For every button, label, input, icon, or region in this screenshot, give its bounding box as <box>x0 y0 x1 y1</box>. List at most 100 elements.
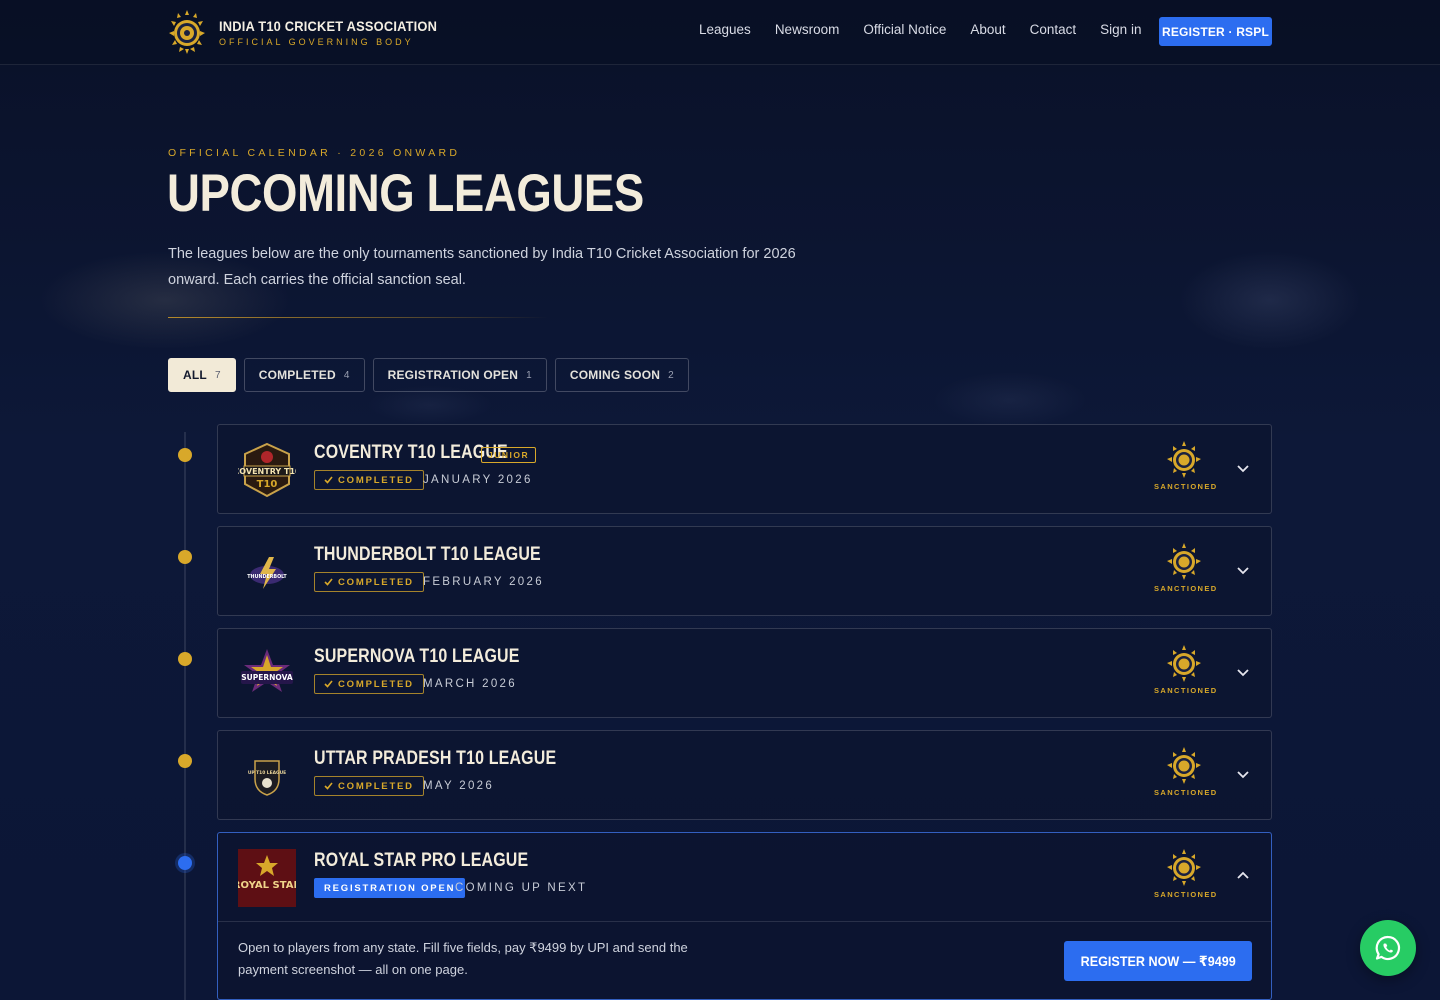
svg-text:T10: T10 <box>257 479 278 490</box>
status-text: COMPLETED <box>338 474 414 486</box>
league-card-royal-star[interactable]: ROYAL STAR ROYAL STAR PRO LEAGUE REGISTR… <box>217 832 1272 1000</box>
chevron-down-icon[interactable] <box>1233 560 1253 580</box>
nav-newsroom[interactable]: Newsroom <box>775 22 840 37</box>
league-card-supernova[interactable]: SUPERNOVA SUPERNOVA T10 LEAGUE COMPLETED… <box>217 628 1272 718</box>
filter-completed[interactable]: COMPLETED 4 <box>243 358 365 392</box>
timeline-dot-current <box>178 856 192 870</box>
chevron-down-icon[interactable] <box>1233 662 1253 682</box>
filter-label: ALL <box>183 368 207 382</box>
filter-all[interactable]: ALL 7 <box>168 358 236 392</box>
status-text: COMPLETED <box>338 678 414 690</box>
check-icon <box>324 680 333 688</box>
supernova-league-logo: SUPERNOVA <box>241 649 293 692</box>
timeline-dot <box>178 754 192 768</box>
league-date: JANUARY 2026 <box>423 474 533 486</box>
league-date: MAY 2026 <box>423 780 495 792</box>
timeline-line <box>184 432 186 1000</box>
chevron-up-icon[interactable] <box>1233 866 1253 886</box>
filter-count: 2 <box>668 369 674 381</box>
thunderbolt-league-logo: THUNDERBOLT <box>247 557 287 589</box>
nav-official-notice[interactable]: Official Notice <box>863 22 946 37</box>
sanction-seal: SANCTIONED <box>1154 849 1218 899</box>
filter-label: COMPLETED <box>258 368 336 382</box>
nav-contact[interactable]: Contact <box>1030 22 1077 37</box>
status-text: REGISTRATION OPEN <box>324 882 456 894</box>
status-badge: COMPLETED <box>314 776 424 796</box>
coventry-league-logo: COVENTRY T10 T10 <box>238 442 296 498</box>
uttar-pradesh-league-logo: UP T10 LEAGUE <box>248 760 286 796</box>
junior-tag: JUNIOR <box>481 447 537 463</box>
top-navigation-bar: INDIA T10 CRICKET ASSOCIATION OFFICIAL G… <box>0 0 1440 65</box>
brand-title: INDIA T10 CRICKET ASSOCIATION <box>219 17 438 34</box>
league-card-uttar-pradesh[interactable]: UP T10 LEAGUE UTTAR PRADESH T10 LEAGUE C… <box>217 730 1272 820</box>
status-badge: COMPLETED <box>314 674 424 694</box>
league-name: SUPERNOVA T10 LEAGUE <box>314 646 520 667</box>
timeline-dot <box>178 448 192 462</box>
league-name: COVENTRY T10 LEAGUE <box>314 442 508 463</box>
logo-lettering: COVENTRY T10 <box>238 467 296 476</box>
league-filter-tabs: ALL 7 COMPLETED 4 REGISTRATION OPEN 1 CO… <box>168 358 689 392</box>
logo-lettering: UP T10 LEAGUE <box>248 770 286 776</box>
league-name: THUNDERBOLT T10 LEAGUE <box>314 544 541 565</box>
sanction-seal: SANCTIONED <box>1154 441 1218 491</box>
register-now-button[interactable]: REGISTER NOW — ₹9499 <box>1064 941 1252 981</box>
logo-lettering: THUNDERBOLT <box>247 574 287 580</box>
status-badge: COMPLETED <box>314 572 424 592</box>
check-icon <box>324 782 333 790</box>
sanction-seal: SANCTIONED <box>1154 747 1218 797</box>
nav-about[interactable]: About <box>970 22 1005 37</box>
check-icon <box>324 476 333 484</box>
league-name: UTTAR PRADESH T10 LEAGUE <box>314 748 557 769</box>
whatsapp-chat-button[interactable] <box>1360 920 1416 976</box>
league-detail-text: Open to players from any state. Fill fiv… <box>238 940 688 977</box>
sanction-seal: SANCTIONED <box>1154 543 1218 593</box>
status-badge: COMPLETED <box>314 470 424 490</box>
seal-label: SANCTIONED <box>1154 686 1218 695</box>
filter-count: 1 <box>526 369 532 381</box>
register-now-label: REGISTER NOW — ₹9499 <box>1080 952 1236 969</box>
seal-emblem-icon <box>169 10 205 54</box>
chevron-down-icon[interactable] <box>1233 458 1253 478</box>
league-card-coventry[interactable]: COVENTRY T10 T10 COVENTRY T10 LEAGUE JUN… <box>217 424 1272 514</box>
main-nav: Leagues Newsroom Official Notice About C… <box>699 22 1141 37</box>
check-icon <box>324 578 333 586</box>
filter-coming-soon[interactable]: COMING SOON 2 <box>554 358 689 392</box>
page-title: UPCOMING LEAGUES <box>167 164 644 223</box>
timeline-dot <box>178 652 192 666</box>
nav-leagues[interactable]: Leagues <box>699 22 751 37</box>
sanction-seal-icon <box>1167 441 1201 478</box>
league-name: ROYAL STAR PRO LEAGUE <box>314 850 529 871</box>
seal-label: SANCTIONED <box>1154 788 1218 797</box>
status-text: COMPLETED <box>338 576 414 588</box>
status-text: COMPLETED <box>338 780 414 792</box>
hero-divider <box>168 317 548 318</box>
calendar-eyebrow: OFFICIAL CALENDAR · 2026 ONWARD <box>168 147 461 159</box>
chevron-down-icon[interactable] <box>1233 764 1253 784</box>
league-date: MARCH 2026 <box>423 678 517 690</box>
filter-registration-open[interactable]: REGISTRATION OPEN 1 <box>372 358 547 392</box>
filter-label: COMING SOON <box>569 368 661 382</box>
page-description: The leagues below are the only tournamen… <box>168 246 796 288</box>
seal-label: SANCTIONED <box>1154 890 1218 899</box>
seal-label: SANCTIONED <box>1154 584 1218 593</box>
nav-sign-in[interactable]: Sign in <box>1100 22 1141 37</box>
sanction-seal-icon <box>1167 747 1201 784</box>
royal-star-league-logo: ROYAL STAR <box>238 849 296 907</box>
sanction-seal-icon <box>1167 543 1201 580</box>
status-badge: REGISTRATION OPEN <box>314 878 466 898</box>
whatsapp-icon <box>1375 935 1401 961</box>
league-date: COMING UP NEXT <box>455 882 588 894</box>
brand-logo-link[interactable]: INDIA T10 CRICKET ASSOCIATION OFFICIAL G… <box>168 9 456 55</box>
league-card-thunderbolt[interactable]: THUNDERBOLT THUNDERBOLT T10 LEAGUE COMPL… <box>217 526 1272 616</box>
seal-label: SANCTIONED <box>1154 482 1218 491</box>
filter-label: REGISTRATION OPEN <box>387 368 519 382</box>
register-rspl-button[interactable]: REGISTER · RSPL <box>1159 17 1272 46</box>
filter-count: 4 <box>343 369 350 381</box>
filter-count: 7 <box>214 369 221 381</box>
logo-lettering: SUPERNOVA <box>241 673 293 682</box>
sanction-seal: SANCTIONED <box>1154 645 1218 695</box>
league-date: FEBRUARY 2026 <box>423 576 544 588</box>
card-divider <box>218 921 1271 922</box>
sanction-seal-icon <box>1167 645 1201 682</box>
timeline-dot <box>178 550 192 564</box>
